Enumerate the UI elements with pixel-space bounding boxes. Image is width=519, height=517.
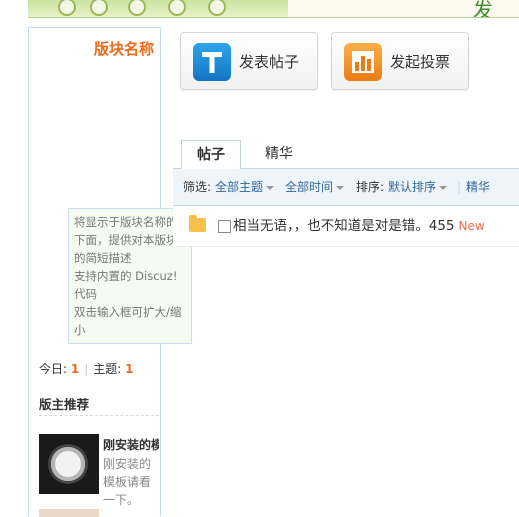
topics-label: 主题: (93, 362, 122, 376)
thread-checkbox[interactable] (218, 220, 231, 233)
filter-all-time[interactable]: 全部时间 (285, 169, 345, 205)
thread-title[interactable]: 相当无语，，也不知道是对是错。455 New (233, 206, 485, 246)
recommend-item-desc: 刚安装的模板请看一下。 (103, 457, 152, 507)
recommend-item-title[interactable]: 刚安装的模板 (103, 436, 159, 453)
forum-stats: 今日: 1 | 主题: 1 (39, 360, 134, 377)
tooltip-line: 双击输入框可扩大/缩小 (74, 305, 182, 337)
banner-doodle-icon (90, 0, 108, 16)
moderator-recommend-title: 版主推荐 (39, 397, 90, 412)
stats-divider: | (84, 362, 89, 376)
folder-icon (189, 215, 206, 232)
watch-face (48, 444, 88, 484)
tooltip-line: 支持内置的 Discuz! 代码 (74, 269, 178, 301)
new-badge: New (458, 219, 485, 233)
tooltip-line: 将显示于版块名称的下面，提供对本版块的简短描述 (74, 215, 178, 265)
recommend-thumbnail[interactable] (39, 434, 99, 494)
new-post-button[interactable]: 发表帖子 (180, 32, 318, 90)
thread-tabs: 帖子 精华 (173, 136, 519, 170)
new-poll-button[interactable]: 发起投票 (331, 32, 469, 90)
filter-label: 筛选: (183, 180, 212, 194)
banner-doodle-icon (208, 0, 226, 16)
sort-label: 排序: (356, 180, 385, 194)
new-post-label: 发表帖子 (239, 53, 300, 71)
banner-doodle-icon (128, 0, 146, 16)
chevron-down-icon (336, 185, 345, 190)
chevron-down-icon (266, 185, 275, 190)
filter-all-topics[interactable]: 全部主题 (215, 169, 275, 205)
tab-threads[interactable]: 帖子 (181, 140, 241, 170)
today-label: 今日: (39, 362, 68, 376)
divider (39, 415, 159, 416)
banner-doodle-icon (58, 0, 76, 16)
chevron-down-icon (439, 185, 448, 190)
banner-text: 发 上 (473, 0, 493, 18)
post-icon (193, 43, 231, 81)
today-count: 1 (70, 362, 80, 376)
recommend-thumbnail[interactable] (39, 509, 99, 517)
thread-panel: 帖子 精华 筛选: 全部主题 全部时间 排序: 默认排序 | 精华 相当无语，，… (173, 136, 519, 256)
new-poll-label: 发起投票 (390, 53, 451, 71)
forum-name[interactable]: 版块名称 (54, 38, 154, 59)
thread-row: 相当无语，，也不知道是对是错。455 New (173, 206, 519, 247)
tab-digest[interactable]: 精华 (250, 140, 308, 168)
filter-digest[interactable]: 精华 (466, 169, 490, 205)
banner-doodle-icon (168, 0, 186, 16)
filter-divider: | (457, 180, 462, 194)
poll-chart-icon (344, 43, 382, 81)
topics-count: 1 (125, 362, 134, 376)
sort-default[interactable]: 默认排序 (388, 169, 448, 205)
top-banner: 发 上 (28, 0, 519, 18)
filter-bar: 筛选: 全部主题 全部时间 排序: 默认排序 | 精华 (173, 169, 519, 206)
